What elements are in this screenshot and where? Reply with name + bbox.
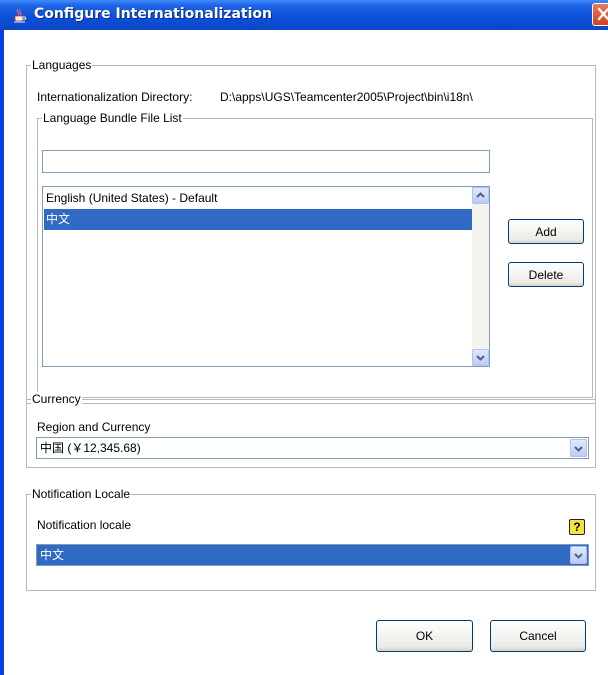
ok-button[interactable]: OK (376, 620, 473, 652)
list-scrollbar[interactable] (472, 187, 489, 366)
chevron-down-icon (574, 446, 583, 452)
languages-group: Languages Internationalization Directory… (26, 58, 596, 404)
bundle-file-list[interactable]: English (United States) - Default 中文 (42, 186, 490, 367)
notification-locale-legend: Notification Locale (31, 487, 132, 502)
cancel-button[interactable]: Cancel (490, 620, 586, 652)
region-currency-select[interactable]: 中国 (￥12,345.68) (36, 437, 589, 459)
dialog-window: Configure Internationalization Languages… (0, 0, 608, 675)
notification-locale-value: 中文 (40, 548, 65, 562)
chevron-up-icon (476, 192, 485, 198)
close-button[interactable] (592, 3, 608, 26)
window-title: Configure Internationalization (34, 6, 272, 22)
currency-group: Currency Region and Currency 中国 (￥12,345… (26, 392, 596, 468)
notification-locale-select[interactable]: 中文 (36, 544, 589, 566)
bundle-file-input[interactable] (42, 150, 490, 173)
languages-legend: Languages (31, 58, 93, 73)
internationalization-directory-value: D:\apps\UGS\Teamcenter2005\Project\bin\i… (220, 90, 473, 104)
region-currency-dropdown-button[interactable] (570, 439, 587, 457)
region-currency-value: 中国 (￥12,345.68) (40, 441, 141, 455)
chevron-down-icon (574, 553, 583, 559)
list-item-label: 中文 (46, 212, 71, 226)
close-icon (597, 7, 608, 21)
region-and-currency-label: Region and Currency (37, 420, 151, 434)
currency-legend: Currency (31, 392, 82, 407)
add-button[interactable]: Add (508, 219, 584, 244)
notification-locale-label: Notification locale (37, 518, 132, 532)
list-item-label: English (United States) - Default (46, 191, 218, 205)
delete-button[interactable]: Delete (508, 262, 584, 287)
notification-locale-dropdown-button[interactable] (570, 546, 587, 564)
list-item[interactable]: 中文 (44, 209, 472, 230)
language-bundle-legend: Language Bundle File List (42, 111, 183, 126)
language-bundle-group: Language Bundle File List English (Unite… (37, 111, 593, 398)
list-item[interactable]: English (United States) - Default (44, 188, 472, 209)
internationalization-directory-label: Internationalization Directory: (37, 90, 193, 104)
title-bar[interactable]: Configure Internationalization (0, 0, 608, 30)
java-coffee-cup-icon (14, 8, 27, 23)
scroll-down-button[interactable] (472, 349, 489, 366)
notification-locale-group: Notification Locale Notification locale … (26, 487, 596, 591)
help-icon[interactable]: ? (569, 519, 585, 535)
dialog-content: Languages Internationalization Directory… (4, 30, 608, 675)
chevron-down-icon (476, 355, 485, 361)
scroll-up-button[interactable] (472, 187, 489, 204)
